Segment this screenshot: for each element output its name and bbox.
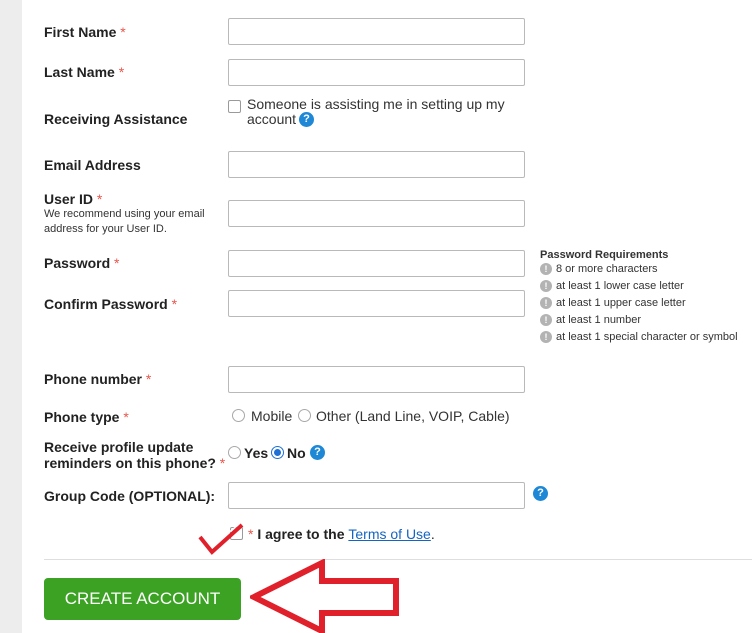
phone-type-mobile-label: Mobile (251, 408, 293, 424)
user-id-input[interactable] (228, 200, 525, 227)
confirm-password-label: Confirm Password * (44, 296, 178, 312)
password-requirements-title: Password Requirements (540, 249, 669, 261)
reminders-yes-radio[interactable] (228, 446, 241, 459)
terms-agree-text: * I agree to the Terms of Use. (248, 526, 435, 542)
password-requirement-item: ! at least 1 special character or symbol (540, 330, 738, 344)
checkmark-annotation-icon (198, 523, 244, 555)
left-rail (0, 0, 22, 633)
confirm-password-input[interactable] (228, 290, 525, 317)
user-id-hint: We recommend using your email address fo… (44, 208, 205, 235)
user-id-label: User ID * (44, 191, 103, 207)
requirement-status-icon: ! (540, 263, 552, 275)
group-code-label: Group Code (OPTIONAL): (44, 488, 216, 504)
password-label: Password * (44, 255, 120, 271)
reminders-label: Receive profile update reminders on this… (44, 439, 226, 471)
phone-type-other-label: Other (Land Line, VOIP, Cable) (316, 408, 510, 424)
last-name-label: Last Name * (44, 64, 125, 80)
password-requirement-item: ! at least 1 lower case letter (540, 279, 684, 293)
phone-type-mobile-radio[interactable] (232, 409, 245, 422)
first-name-input[interactable] (228, 18, 525, 45)
reminders-no-label: No (287, 445, 306, 461)
reminders-help-icon[interactable]: ? (310, 445, 325, 460)
assistance-checkbox-label: Someone is assisting me in setting up my… (247, 96, 505, 127)
create-account-button[interactable]: CREATE ACCOUNT (44, 578, 241, 620)
arrow-left-annotation-icon (250, 559, 399, 633)
assistance-help-icon[interactable]: ? (299, 112, 314, 127)
password-requirement-item: ! 8 or more characters (540, 262, 657, 276)
last-name-input[interactable] (228, 59, 525, 86)
requirement-status-icon: ! (540, 297, 552, 309)
password-requirement-item: ! at least 1 number (540, 313, 641, 327)
assistance-checkbox[interactable] (228, 100, 241, 113)
reminders-yes-label: Yes (244, 445, 269, 461)
phone-number-label: Phone number * (44, 371, 152, 387)
phone-type-label: Phone type * (44, 409, 129, 425)
first-name-label: First Name * (44, 24, 126, 40)
group-code-input[interactable] (228, 482, 525, 509)
requirement-status-icon: ! (540, 331, 552, 343)
password-input[interactable] (228, 250, 525, 277)
phone-type-other-radio[interactable] (298, 409, 311, 422)
reminders-no-radio[interactable] (271, 446, 284, 459)
email-label: Email Address (44, 157, 141, 173)
requirement-status-icon: ! (540, 314, 552, 326)
email-input[interactable] (228, 151, 525, 178)
password-requirement-item: ! at least 1 upper case letter (540, 296, 686, 310)
receiving-assistance-label: Receiving Assistance (44, 111, 188, 127)
terms-of-use-link[interactable]: Terms of Use (348, 526, 430, 542)
phone-number-input[interactable] (228, 366, 525, 393)
requirement-status-icon: ! (540, 280, 552, 292)
group-code-help-icon[interactable]: ? (533, 486, 548, 501)
